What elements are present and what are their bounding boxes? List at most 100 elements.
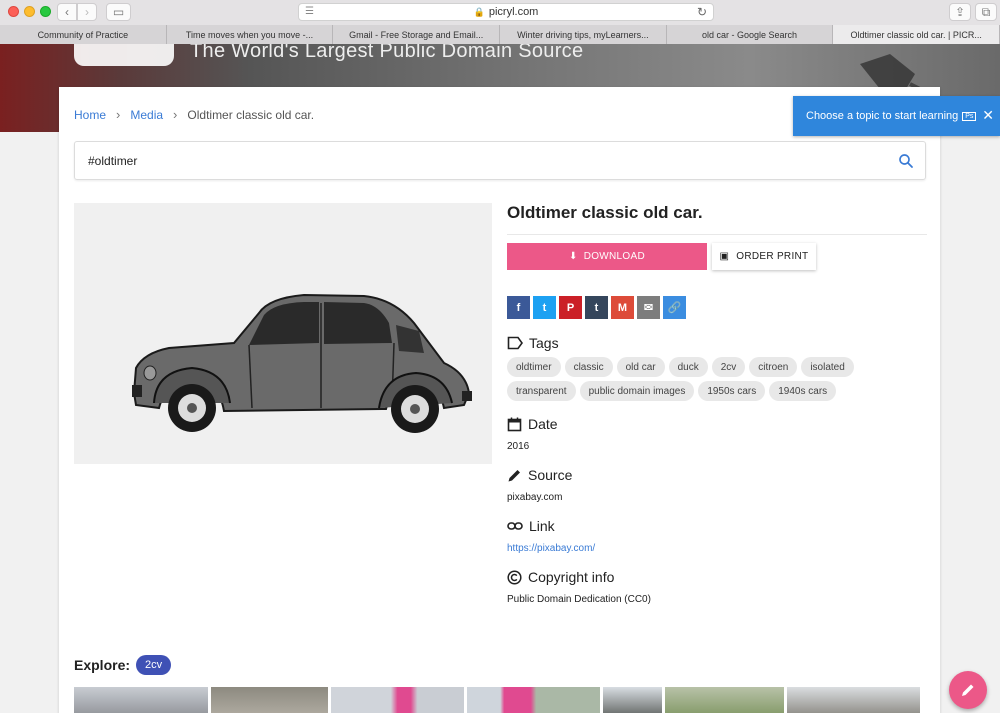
email-share-button[interactable]: ✉ bbox=[637, 296, 660, 319]
forward-button[interactable]: › bbox=[77, 3, 97, 21]
browser-chrome: ‹ › ▭ ☰ 🔒 picryl.com ↻ ⇪ ⧉ Community of … bbox=[0, 0, 1000, 44]
tag-chip[interactable]: oldtimer bbox=[507, 357, 561, 377]
tag-chip[interactable]: duck bbox=[668, 357, 708, 377]
link-heading-label: Link bbox=[529, 518, 555, 534]
media-image[interactable] bbox=[74, 203, 492, 464]
order-print-label: ORDER PRINT bbox=[736, 251, 809, 262]
sidebar-icon: ▭ bbox=[112, 5, 125, 19]
search-box bbox=[74, 141, 926, 180]
order-print-button[interactable]: ▣ ORDER PRINT bbox=[712, 243, 816, 270]
site-logo[interactable] bbox=[74, 44, 174, 66]
minimize-window-button[interactable] bbox=[24, 6, 35, 17]
address-bar[interactable]: ☰ 🔒 picryl.com ↻ bbox=[298, 3, 714, 21]
back-button[interactable]: ‹ bbox=[57, 3, 77, 21]
toast-text: Choose a topic to start learning bbox=[806, 110, 959, 122]
source-block: Source pixabay.com bbox=[507, 467, 927, 503]
facebook-icon: f bbox=[516, 301, 521, 314]
copy-link-button[interactable]: 🔗 bbox=[663, 296, 686, 319]
related-image-thumbnail[interactable] bbox=[787, 687, 920, 713]
pinterest-share-button[interactable]: P bbox=[559, 296, 582, 319]
hero-title: The World's Largest Public Domain Source bbox=[190, 44, 584, 62]
email-icon: ✉ bbox=[643, 302, 654, 314]
related-images bbox=[74, 687, 920, 713]
twitter-icon: t bbox=[542, 301, 547, 314]
tabs-icon: ⧉ bbox=[981, 4, 991, 19]
tag-chip[interactable]: isolated bbox=[801, 357, 854, 377]
search-input[interactable] bbox=[75, 142, 875, 179]
reader-icon[interactable]: ☰ bbox=[305, 6, 314, 17]
date-heading: Date bbox=[507, 416, 927, 432]
chevron-right-icon: › bbox=[85, 5, 89, 19]
tags-heading: Tags bbox=[507, 335, 927, 351]
source-heading: Source bbox=[507, 467, 927, 483]
tag-list: oldtimer classic old car duck 2cv citroe… bbox=[507, 357, 877, 401]
tab-picryl[interactable]: Oldtimer classic old car. | PICR... bbox=[833, 25, 1000, 44]
url-text: picryl.com bbox=[488, 6, 539, 18]
breadcrumb-current: Oldtimer classic old car. bbox=[187, 107, 315, 122]
source-value: pixabay.com bbox=[507, 492, 563, 503]
tab-google-search[interactable]: old car - Google Search bbox=[666, 25, 834, 44]
pencil-icon bbox=[508, 469, 520, 481]
topic-toast[interactable]: Choose a topic to start learning Ps ✕ bbox=[793, 96, 1000, 136]
tag-chip[interactable]: 2cv bbox=[711, 357, 746, 377]
breadcrumb-home[interactable]: Home bbox=[74, 108, 106, 122]
tab-time-moves[interactable]: Time moves when you move -... bbox=[166, 25, 334, 44]
tab-gmail[interactable]: Gmail - Free Storage and Email... bbox=[333, 25, 501, 44]
explore-label: Explore: bbox=[74, 657, 131, 673]
link-icon: 🔗 bbox=[667, 302, 682, 314]
explore-section: Explore: 2cv bbox=[74, 655, 172, 675]
tab-winter-driving[interactable]: Winter driving tips, myLearners... bbox=[500, 25, 667, 44]
chevron-right-icon: › bbox=[173, 107, 178, 122]
tab-bar: Community of Practice Time moves when yo… bbox=[0, 25, 1000, 44]
tag-chip[interactable]: 1950s cars bbox=[698, 381, 766, 401]
related-image-thumbnail[interactable] bbox=[74, 687, 208, 713]
maximize-window-button[interactable] bbox=[40, 6, 51, 17]
search-icon[interactable] bbox=[897, 152, 915, 170]
tag-chip[interactable]: 1940s cars bbox=[769, 381, 837, 401]
tag-chip[interactable]: citroen bbox=[749, 357, 798, 377]
date-value: 2016 bbox=[507, 441, 530, 452]
download-button[interactable]: ⬇ DOWNLOAD bbox=[507, 243, 707, 270]
related-image-thumbnail[interactable] bbox=[211, 687, 328, 713]
calendar-icon bbox=[507, 417, 522, 431]
download-icon: ⬇ bbox=[569, 251, 578, 262]
pinterest-icon: P bbox=[566, 301, 575, 314]
tag-chip[interactable]: transparent bbox=[507, 381, 576, 401]
edit-fab-button[interactable] bbox=[949, 671, 987, 709]
breadcrumb-media[interactable]: Media bbox=[130, 108, 163, 122]
breadcrumb: Home › Media › Oldtimer classic old car. bbox=[74, 107, 314, 122]
twitter-share-button[interactable]: t bbox=[533, 296, 556, 319]
chevron-right-icon: › bbox=[116, 107, 121, 122]
show-tabs-button[interactable]: ⧉ bbox=[975, 3, 997, 21]
tab-community-of-practice[interactable]: Community of Practice bbox=[0, 25, 167, 44]
explore-chip[interactable]: 2cv bbox=[136, 655, 172, 675]
close-window-button[interactable] bbox=[8, 6, 19, 17]
close-icon[interactable]: ✕ bbox=[982, 107, 994, 124]
related-image-thumbnail[interactable] bbox=[467, 687, 600, 713]
related-image-thumbnail[interactable] bbox=[665, 687, 784, 713]
tags-heading-label: Tags bbox=[529, 335, 559, 351]
tag-chip[interactable]: old car bbox=[616, 357, 665, 377]
tumblr-share-button[interactable]: t bbox=[585, 296, 608, 319]
date-heading-label: Date bbox=[528, 416, 558, 432]
tag-chip[interactable]: public domain images bbox=[579, 381, 695, 401]
pencil-icon bbox=[962, 684, 974, 696]
tag-chip[interactable]: classic bbox=[564, 357, 613, 377]
copyright-block: Copyright info Public Domain Dedication … bbox=[507, 569, 927, 605]
related-image-thumbnail[interactable] bbox=[603, 687, 662, 713]
toast-badge: Ps bbox=[962, 111, 977, 121]
related-image-thumbnail[interactable] bbox=[331, 687, 464, 713]
facebook-share-button[interactable]: f bbox=[507, 296, 530, 319]
share-icon: ⇪ bbox=[954, 5, 966, 19]
lock-icon: 🔒 bbox=[473, 6, 485, 17]
copyright-icon bbox=[507, 569, 522, 585]
page-title: Oldtimer classic old car. bbox=[507, 203, 927, 235]
share-button[interactable]: ⇪ bbox=[949, 3, 971, 21]
sidebar-toggle-button[interactable]: ▭ bbox=[106, 3, 131, 21]
gmail-share-button[interactable]: M bbox=[611, 296, 634, 319]
reload-icon[interactable]: ↻ bbox=[697, 5, 707, 19]
download-label: DOWNLOAD bbox=[583, 251, 645, 262]
source-link[interactable]: https://pixabay.com/ bbox=[507, 543, 927, 554]
gmail-icon: M bbox=[617, 301, 628, 314]
car-image bbox=[132, 293, 472, 433]
